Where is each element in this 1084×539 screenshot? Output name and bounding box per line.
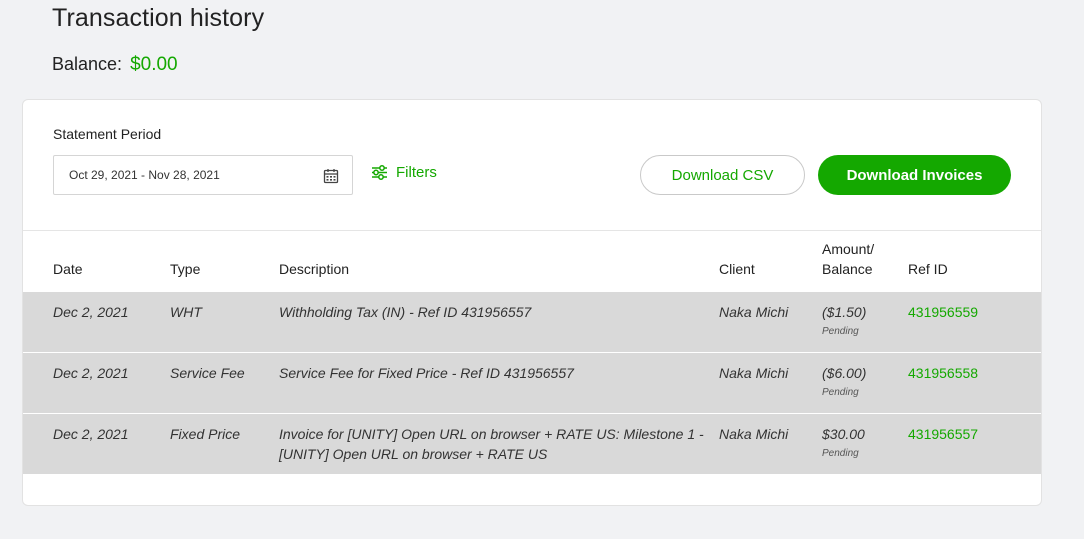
column-header-amount-balance: Amount/ Balance: [822, 239, 874, 279]
row-status: Pending: [822, 326, 859, 337]
row-type: Fixed Price: [170, 426, 241, 442]
row-amount: ($6.00) Pending: [822, 363, 866, 400]
download-csv-button[interactable]: Download CSV: [640, 155, 805, 195]
row-type: Service Fee: [170, 365, 245, 381]
statement-period-label: Statement Period: [53, 126, 162, 142]
table-row: Dec 2, 2021 Service Fee Service Fee for …: [23, 353, 1041, 414]
download-invoices-button[interactable]: Download Invoices: [818, 155, 1011, 195]
transactions-card: Statement Period Oct 29, 2021 - Nov 28, …: [22, 99, 1042, 506]
column-header-date: Date: [53, 261, 83, 277]
row-amount: $30.00 Pending: [822, 424, 865, 461]
row-date: Dec 2, 2021: [53, 365, 129, 381]
row-client: Naka Michi: [719, 426, 789, 442]
table-row: Dec 2, 2021 WHT Withholding Tax (IN) - R…: [23, 292, 1041, 353]
column-header-type: Type: [170, 261, 201, 277]
row-date: Dec 2, 2021: [53, 426, 129, 442]
row-description: Withholding Tax (IN) - Ref ID 431956557: [279, 304, 532, 320]
date-range-picker[interactable]: Oct 29, 2021 - Nov 28, 2021: [53, 155, 353, 195]
row-description: Service Fee for Fixed Price - Ref ID 431…: [279, 365, 574, 381]
row-ref-id-link[interactable]: 431956557: [908, 424, 978, 444]
page-title: Transaction history: [52, 4, 265, 32]
balance: Balance: $0.00: [52, 54, 178, 76]
filters-label: Filters: [396, 164, 437, 181]
row-amount: ($1.50) Pending: [822, 302, 866, 339]
calendar-icon[interactable]: [323, 168, 339, 184]
row-status: Pending: [822, 387, 859, 398]
row-type: WHT: [170, 304, 202, 320]
column-header-balance: Balance: [822, 261, 873, 277]
row-ref-id-link[interactable]: 431956558: [908, 363, 978, 383]
row-date: Dec 2, 2021: [53, 304, 129, 320]
table-row: Dec 2, 2021 Fixed Price Invoice for [UNI…: [23, 414, 1041, 475]
row-amount-value: $30.00: [822, 426, 865, 442]
table-header: Date Type Description Client Amount/ Bal…: [23, 231, 1041, 292]
column-header-client: Client: [719, 261, 755, 277]
row-status: Pending: [822, 448, 859, 459]
row-description: Invoice for [UNITY] Open URL on browser …: [279, 426, 704, 462]
balance-value: $0.00: [130, 54, 178, 75]
row-ref-id-link[interactable]: 431956559: [908, 302, 978, 322]
row-client: Naka Michi: [719, 304, 789, 320]
filters-button[interactable]: Filters: [371, 164, 437, 181]
column-header-amount: Amount/: [822, 241, 875, 257]
row-client: Naka Michi: [719, 365, 789, 381]
row-amount-value: ($1.50): [822, 304, 867, 320]
date-range-value: Oct 29, 2021 - Nov 28, 2021: [69, 168, 220, 182]
column-header-description: Description: [279, 261, 350, 277]
column-header-ref-id: Ref ID: [908, 261, 948, 277]
sliders-icon: [372, 165, 387, 180]
row-amount-value: ($6.00): [822, 365, 867, 381]
balance-label: Balance:: [52, 54, 123, 74]
